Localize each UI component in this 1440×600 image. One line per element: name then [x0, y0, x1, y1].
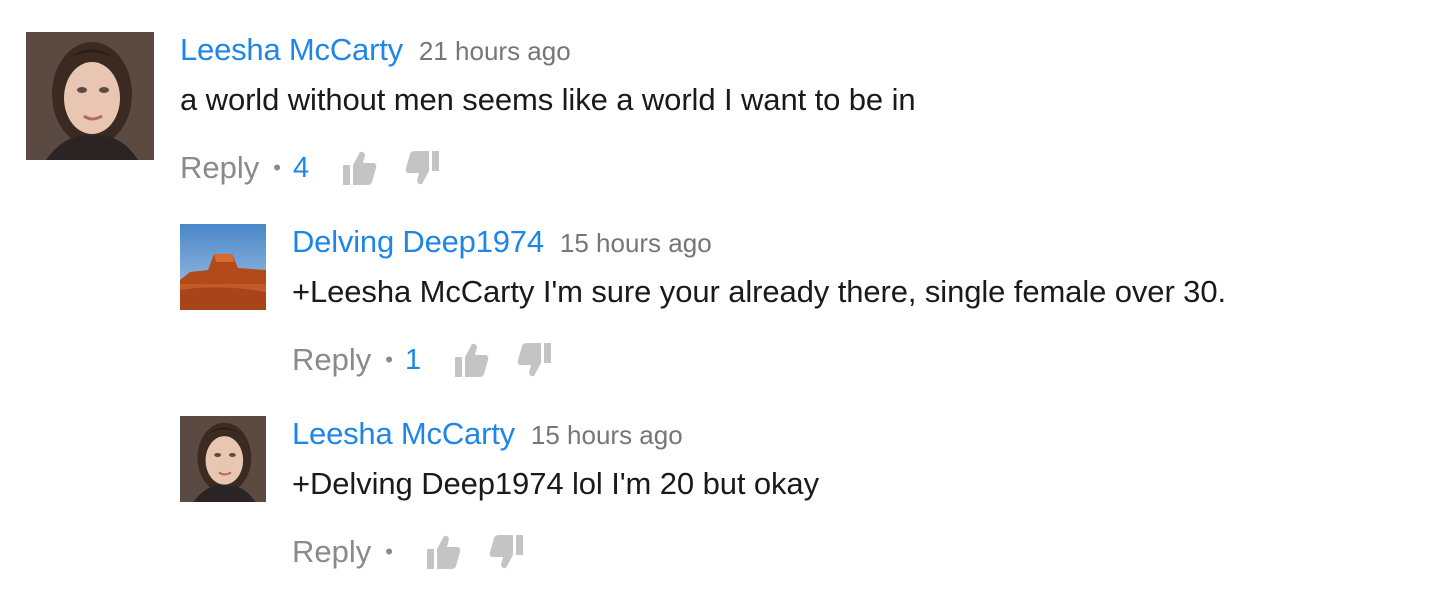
timestamp[interactable]: 15 hours ago	[531, 420, 683, 451]
comment-actions: Reply •	[292, 532, 819, 572]
author-name[interactable]: Leesha McCarty	[292, 416, 515, 452]
thumbs-down-icon[interactable]	[487, 532, 527, 572]
comment-actions: Reply • 4	[180, 148, 916, 188]
thumbs-up-icon[interactable]	[339, 148, 379, 188]
avatar-leesha[interactable]	[26, 32, 154, 160]
comment-body: Delving Deep1974 15 hours ago +Leesha Mc…	[292, 224, 1226, 380]
separator-dot: •	[385, 539, 393, 564]
reply-button[interactable]: Reply	[180, 150, 259, 186]
comment-meta: Leesha McCarty 15 hours ago	[292, 416, 819, 452]
desert-landscape-avatar-icon	[180, 224, 266, 310]
like-count: 1	[404, 343, 422, 376]
comment-body: Leesha McCarty 21 hours ago a world with…	[180, 32, 916, 188]
comment-meta: Leesha McCarty 21 hours ago	[180, 32, 916, 68]
comment-meta: Delving Deep1974 15 hours ago	[292, 224, 1226, 260]
thumbs-down-icon[interactable]	[515, 340, 555, 380]
comment-text: a world without men seems like a world I…	[180, 82, 916, 117]
comment-body: Leesha McCarty 15 hours ago +Delving Dee…	[292, 416, 819, 572]
timestamp[interactable]: 15 hours ago	[560, 228, 712, 259]
comment-reply: Delving Deep1974 15 hours ago +Leesha Mc…	[180, 224, 1226, 380]
woman-portrait-avatar-icon	[26, 32, 154, 160]
separator-dot: •	[385, 347, 393, 372]
avatar-leesha[interactable]	[180, 416, 266, 502]
author-name[interactable]: Delving Deep1974	[292, 224, 544, 260]
comment-top-level: Leesha McCarty 21 hours ago a world with…	[26, 32, 916, 188]
thumbs-up-icon[interactable]	[451, 340, 491, 380]
author-name[interactable]: Leesha McCarty	[180, 32, 403, 68]
reply-button[interactable]: Reply	[292, 534, 371, 570]
like-count: 4	[292, 151, 310, 184]
comment-actions: Reply • 1	[292, 340, 1226, 380]
comment-thread: Leesha McCarty 21 hours ago a world with…	[0, 0, 1440, 600]
woman-portrait-avatar-icon	[180, 416, 266, 502]
comment-reply: Leesha McCarty 15 hours ago +Delving Dee…	[180, 416, 819, 572]
reply-button[interactable]: Reply	[292, 342, 371, 378]
comment-text: +Leesha McCarty I'm sure your already th…	[292, 274, 1226, 309]
thumbs-up-icon[interactable]	[423, 532, 463, 572]
comment-text: +Delving Deep1974 lol I'm 20 but okay	[292, 466, 819, 501]
separator-dot: •	[273, 155, 281, 180]
thumbs-down-icon[interactable]	[403, 148, 443, 188]
timestamp[interactable]: 21 hours ago	[419, 36, 571, 67]
avatar-delving[interactable]	[180, 224, 266, 310]
